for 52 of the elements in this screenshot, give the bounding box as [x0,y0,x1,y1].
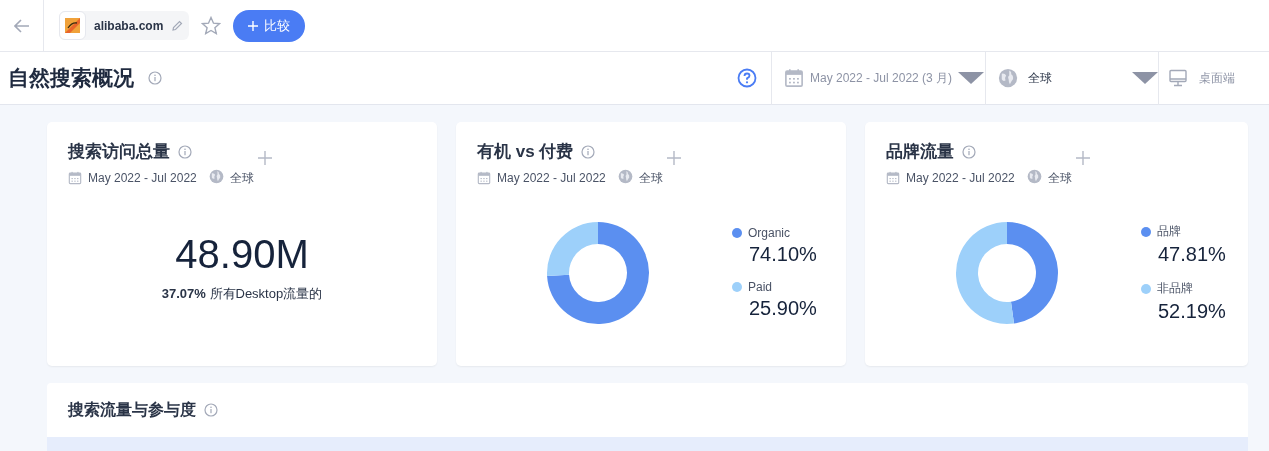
legend-value: 52.19% [1158,300,1226,323]
info-icon[interactable] [204,403,218,417]
site-logo-icon [65,18,80,33]
info-icon[interactable] [148,71,162,85]
calendar-icon [886,171,900,185]
globe-icon [1026,169,1042,184]
calendar-icon [784,68,804,88]
star-icon[interactable] [201,15,222,36]
legend-label: 非品牌 [1157,280,1193,297]
add-icon[interactable] [258,151,272,165]
card-region: 全球 [1047,169,1072,187]
calendar-icon [68,171,82,185]
card-title: 有机 vs 付费 [477,141,574,163]
calendar-icon [477,171,491,185]
legend-label: Organic [748,226,791,240]
globe-icon [998,68,1018,88]
card-date: May 2022 - Jul 2022 [497,171,606,185]
add-icon[interactable] [667,151,681,165]
section-title: 搜索流量与参与度 [68,399,196,420]
edit-icon[interactable] [171,19,184,32]
legend-value: 47.81% [1158,243,1226,266]
info-icon[interactable] [581,144,596,159]
caret-icon[interactable] [1132,71,1158,85]
back-arrow-icon[interactable] [13,18,30,33]
site-chip[interactable]: alibaba.com [59,11,190,40]
caret-icon[interactable] [958,71,985,85]
card-title: 品牌流量 [886,141,954,163]
add-icon[interactable] [1076,151,1090,165]
page-title: 自然搜索概况 [8,65,134,91]
card-date: May 2022 - Jul 2022 [906,171,1015,185]
card-title: 搜索访问总量 [68,141,170,163]
globe-icon [617,169,633,184]
legend-label: 品牌 [1157,223,1181,240]
total-value: 48.90M [174,232,310,277]
device-filter[interactable]: 桌面端 [1158,51,1269,105]
plus-icon [248,20,259,31]
card-region: 全球 [229,169,254,187]
globe-icon [208,169,224,184]
traffic-share: 37.07% 所有Desktop流量的 [160,285,324,303]
card-date: May 2022 - Jul 2022 [88,171,197,185]
date-filter[interactable]: May 2022 - Jul 2022 (3 月) [771,51,985,105]
compare-button[interactable]: 比较 [233,9,306,42]
legend-value: 74.10% [749,243,817,266]
info-icon[interactable] [178,144,192,159]
info-icon[interactable] [962,144,976,159]
card-region: 全球 [638,169,663,187]
legend-value: 25.90% [749,297,817,320]
region-filter[interactable]: 全球 [985,51,1158,105]
desktop-icon [1169,69,1187,87]
legend-label: Paid [748,280,773,294]
site-name: alibaba.com [94,18,164,33]
help-icon[interactable] [737,68,757,88]
